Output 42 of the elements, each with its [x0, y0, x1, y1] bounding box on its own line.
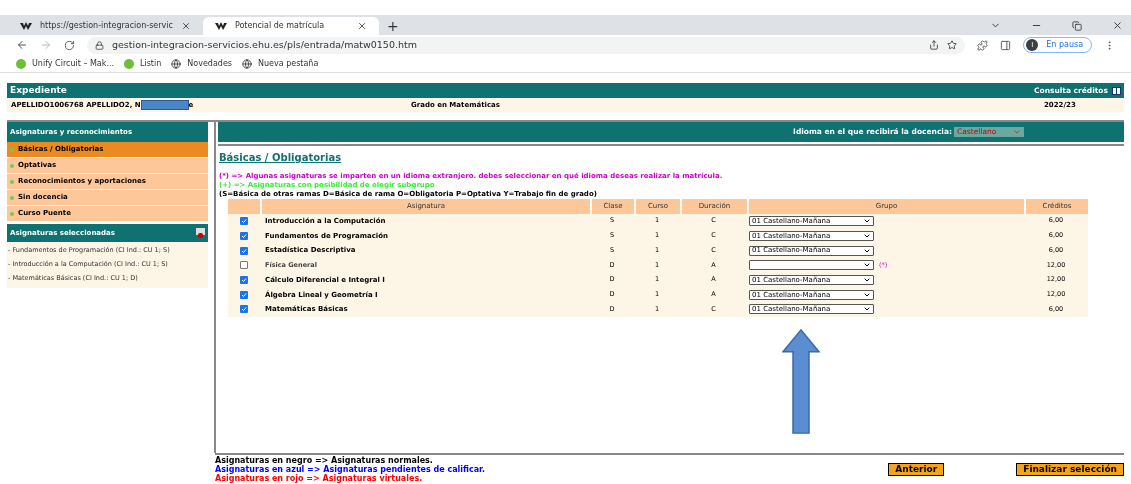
- lock-icon: [94, 40, 104, 50]
- side-panel-icon[interactable]: [1000, 39, 1012, 51]
- nav-button[interactable]: Finalizar selección: [1016, 463, 1124, 476]
- checkbox[interactable]: [240, 276, 248, 285]
- reload-icon[interactable]: [63, 39, 75, 51]
- bookmark[interactable]: Nueva pestaña: [242, 57, 319, 70]
- legend-text: Asignaturas en rojo => Asignaturas virtuales.: [215, 474, 423, 483]
- close-icon[interactable]: [356, 21, 367, 31]
- bookmark[interactable]: Novedades: [171, 57, 232, 70]
- close-icon[interactable]: [180, 21, 191, 31]
- close-icon[interactable]: [1112, 20, 1123, 31]
- browser-tab[interactable]: https://gestion-integracion-servic: [8, 17, 203, 35]
- site-logo-icon: [20, 21, 32, 31]
- new-tab-button[interactable]: +: [386, 19, 399, 33]
- bookmark-star-icon[interactable]: [947, 40, 958, 50]
- legend-text: Asignaturas en azul => Asignaturas pendientes de calificar.: [215, 465, 485, 474]
- checkbox[interactable]: [240, 246, 248, 255]
- browser-tab[interactable]: Potencial de matrícula: [202, 17, 379, 35]
- site-logo-icon: [214, 21, 227, 31]
- share-icon[interactable]: [929, 40, 940, 50]
- checkbox[interactable]: [240, 305, 248, 314]
- bookmark[interactable]: Unify Circuit – Mak...: [16, 57, 114, 70]
- circle-logo-icon: [16, 58, 26, 69]
- legend-text: Asignaturas en negro => Asignaturas normales.: [215, 456, 433, 465]
- globe-icon: [171, 58, 182, 69]
- group-select[interactable]: [749, 260, 874, 271]
- redaction-block: [140, 100, 189, 110]
- circle-logo-icon: [124, 58, 134, 69]
- print-icon[interactable]: [196, 228, 205, 238]
- book-icon: [1112, 86, 1121, 95]
- nav-button[interactable]: Anterior: [888, 463, 945, 476]
- checkbox[interactable]: [240, 290, 248, 299]
- section-title: Básicas / Obligatorias: [219, 152, 342, 163]
- restore-icon[interactable]: [1072, 20, 1082, 31]
- checkbox[interactable]: [240, 232, 248, 241]
- checkbox[interactable]: [240, 261, 248, 270]
- back-icon[interactable]: [16, 39, 28, 51]
- extensions-icon[interactable]: [977, 39, 989, 51]
- address-bar[interactable]: gestion-integracion-servicios.ehu.es/pls/entrada/matw0150.htm: [86, 36, 966, 54]
- checkbox[interactable]: [240, 217, 248, 226]
- bookmark[interactable]: Listin: [124, 57, 162, 70]
- globe-icon: [242, 58, 252, 69]
